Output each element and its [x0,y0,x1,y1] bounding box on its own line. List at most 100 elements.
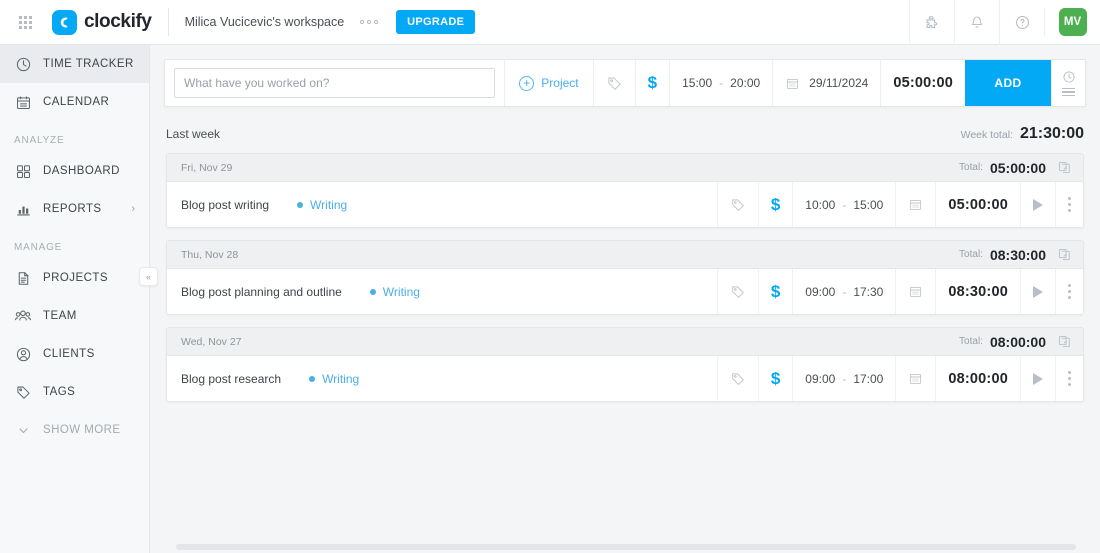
entry-billable-toggle[interactable]: $ [757,356,792,401]
task-input-wrapper [165,60,504,106]
day-group: Wed, Nov 27 Total: 08:00:00 Blog post re… [166,327,1084,402]
clients-icon [14,345,32,363]
bulk-edit-icon[interactable] [1057,334,1072,349]
end-time[interactable]: 20:00 [730,76,760,90]
sidebar-item-label: TEAM [43,310,77,322]
workspace-name[interactable]: Milica Vucicevic's workspace [169,15,355,29]
apps-grid-icon[interactable] [4,15,46,29]
entry-project[interactable]: Writing [297,198,347,212]
entry-start-time[interactable]: 09:00 [805,285,835,299]
sidebar-item-time-tracker[interactable]: TIME TRACKER [0,45,149,83]
entry-date-picker[interactable] [895,182,935,227]
add-project-button[interactable]: + Project [504,60,592,106]
entry-duration[interactable]: 05:00:00 [935,182,1020,227]
entry-tag-button[interactable] [716,182,758,227]
entry-description[interactable]: Blog post writing [181,198,269,212]
day-total: Total: 08:30:00 [959,247,1072,263]
sidebar-item-clients[interactable]: CLIENTS [0,335,149,373]
entry-time-range[interactable]: 09:00 - 17:30 [792,269,895,314]
tag-icon [730,284,746,300]
clockify-app: clockify Milica Vucicevic's workspace UP… [0,0,1100,553]
entry-description[interactable]: Blog post planning and outline [181,285,342,299]
sidebar-show-more[interactable]: SHOW MORE [0,411,149,449]
sidebar-item-reports[interactable]: REPORTS › [0,190,149,228]
kebab-icon [1068,371,1071,386]
entry-more-menu[interactable] [1055,356,1083,401]
entry-end-time[interactable]: 17:30 [853,285,883,299]
week-title: Last week [166,127,221,141]
avatar[interactable]: MV [1058,8,1087,36]
entry-time-range[interactable]: 09:00 - 17:00 [792,356,895,401]
upgrade-button[interactable]: UPGRADE [396,10,476,34]
horizontal-scrollbar[interactable] [176,544,1076,550]
table-row[interactable]: Blog post research Writing $ 09:00 - 17:… [167,356,1083,401]
entry-project[interactable]: Writing [309,372,359,386]
clock-icon[interactable] [1062,70,1076,84]
sidebar-section-manage: MANAGE [14,242,63,253]
bell-icon[interactable] [954,0,999,45]
mode-toggle[interactable] [1051,60,1085,106]
table-row[interactable]: Blog post writing Writing $ 10:00 - 15:0… [167,182,1083,227]
entry-billable-toggle[interactable]: $ [757,269,792,314]
day-total: Total: 05:00:00 [959,160,1072,176]
entry-play-button[interactable] [1020,182,1055,227]
add-button[interactable]: ADD [965,60,1051,106]
entry-end-time[interactable]: 17:00 [853,372,883,386]
entry-tag-button[interactable] [716,269,758,314]
billable-toggle[interactable]: $ [634,60,669,106]
entry-play-button[interactable] [1020,356,1055,401]
clockify-logo[interactable]: clockify [46,9,168,35]
team-icon [14,307,32,325]
entry-description-cell[interactable]: Blog post research Writing [167,356,717,401]
time-range-cell[interactable]: 15:00 - 20:00 [669,60,772,106]
entry-description[interactable]: Blog post research [181,372,281,386]
entry-duration[interactable]: 08:30:00 [935,269,1020,314]
workspace-more-icon[interactable] [354,20,384,24]
entry-date-picker[interactable] [895,269,935,314]
project-name: Writing [382,284,420,299]
table-row[interactable]: Blog post planning and outline Writing $… [167,269,1083,314]
entry-end-time[interactable]: 15:00 [853,198,883,212]
week-total-value: 21:30:00 [1019,125,1084,142]
start-time[interactable]: 15:00 [682,76,712,90]
list-icon[interactable] [1062,87,1075,97]
bulk-edit-icon[interactable] [1057,160,1072,175]
entry-play-button[interactable] [1020,269,1055,314]
sidebar-collapse-button[interactable]: « [139,267,158,286]
entry-description-cell[interactable]: Blog post writing Writing [167,182,717,227]
day-total: Total: 08:00:00 [959,334,1072,350]
kebab-icon [1068,284,1071,299]
entry-duration-value: 08:00:00 [948,370,1008,387]
date-value: 29/11/2024 [809,76,869,90]
date-cell[interactable]: 29/11/2024 [772,60,880,106]
calendar-icon [908,197,923,212]
dashboard-icon [14,162,32,180]
entry-tag-button[interactable] [716,356,758,401]
time-separator: - [719,76,724,90]
search-input[interactable] [174,68,496,98]
duration-cell[interactable]: 05:00:00 [880,60,965,106]
bulk-edit-icon[interactable] [1057,247,1072,262]
logo-text: clockify [84,11,152,32]
entry-description-cell[interactable]: Blog post planning and outline Writing [167,269,717,314]
reports-icon [14,200,32,218]
help-icon[interactable] [999,0,1044,45]
sidebar-item-tags[interactable]: TAGS [0,373,149,411]
entry-duration[interactable]: 08:00:00 [935,356,1020,401]
sidebar-item-team[interactable]: TEAM [0,297,149,335]
sidebar-item-calendar[interactable]: CALENDAR [0,83,149,121]
entry-more-menu[interactable] [1055,269,1083,314]
add-tag-button[interactable] [592,60,635,106]
entry-start-time[interactable]: 09:00 [805,372,835,386]
entry-start-time[interactable]: 10:00 [805,198,835,212]
integrations-icon[interactable] [909,0,954,45]
calendar-icon [785,76,800,91]
entry-time-range[interactable]: 10:00 - 15:00 [792,182,895,227]
entry-date-picker[interactable] [895,356,935,401]
sidebar-item-dashboard[interactable]: DASHBOARD [0,152,149,190]
sidebar-item-projects[interactable]: PROJECTS [0,259,149,297]
entry-project[interactable]: Writing [369,284,420,299]
tag-icon [730,197,746,213]
entry-billable-toggle[interactable]: $ [757,182,792,227]
entry-more-menu[interactable] [1055,182,1083,227]
